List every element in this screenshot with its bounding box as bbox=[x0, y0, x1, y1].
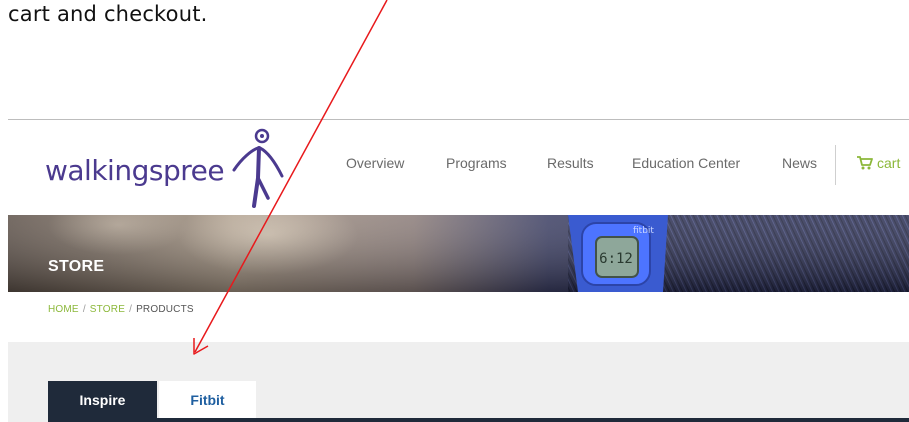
device-brand-text: fitbit bbox=[633, 226, 654, 236]
walking-figure-icon bbox=[232, 128, 284, 208]
breadcrumb-store[interactable]: STORE bbox=[90, 304, 125, 315]
cart-icon bbox=[857, 156, 873, 170]
breadcrumb-separator: / bbox=[82, 304, 86, 315]
device-display-text: 6:12 bbox=[599, 251, 633, 267]
cart-label: cart bbox=[877, 155, 901, 171]
logo-wordmark: walkingspree bbox=[45, 154, 225, 187]
nav-divider bbox=[835, 145, 836, 185]
breadcrumb-home[interactable]: HOME bbox=[48, 304, 79, 315]
fitbit-device-image: 6:12 fitbit bbox=[568, 215, 668, 292]
banner-image: 6:12 fitbit bbox=[8, 215, 909, 292]
nav-news[interactable]: News bbox=[782, 155, 817, 171]
nav-education-center[interactable]: Education Center bbox=[632, 155, 740, 171]
tab-inspire[interactable]: Inspire bbox=[48, 381, 157, 419]
header-divider bbox=[8, 119, 909, 120]
page-title: STORE bbox=[48, 258, 105, 275]
tab-inspire-label: Inspire bbox=[79, 392, 126, 408]
cart-link[interactable]: cart bbox=[857, 155, 900, 171]
tab-fitbit-label: Fitbit bbox=[190, 392, 225, 408]
nav-overview[interactable]: Overview bbox=[346, 155, 404, 171]
site-logo[interactable]: walkingspree bbox=[45, 128, 285, 210]
tab-fitbit[interactable]: Fitbit bbox=[159, 381, 256, 419]
breadcrumb: HOME / STORE / PRODUCTS bbox=[48, 304, 194, 315]
tab-underline bbox=[48, 418, 909, 422]
nav-results[interactable]: Results bbox=[547, 155, 594, 171]
breadcrumb-separator: / bbox=[129, 304, 133, 315]
store-banner: 6:12 fitbit STORE bbox=[8, 215, 909, 292]
breadcrumb-products: PRODUCTS bbox=[136, 304, 194, 315]
instruction-text: cart and checkout. bbox=[8, 2, 208, 26]
nav-programs[interactable]: Programs bbox=[446, 155, 507, 171]
